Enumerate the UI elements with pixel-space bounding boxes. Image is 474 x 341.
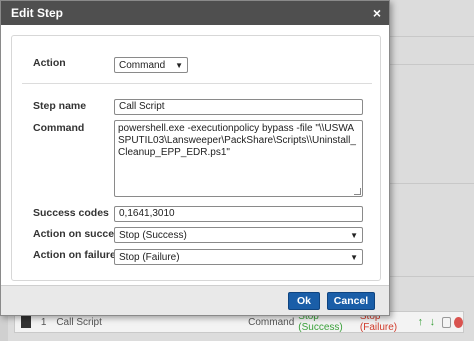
command-label: Command — [33, 122, 85, 134]
step-name: Call Script — [56, 316, 102, 328]
step-type: Command — [248, 316, 295, 328]
divider — [22, 83, 372, 84]
step-number: 1 — [40, 316, 47, 328]
delete-icon[interactable] — [453, 316, 463, 328]
background-divider — [390, 64, 474, 65]
form-panel: Action Command ▼ Step name Call Script C… — [11, 35, 381, 281]
close-icon[interactable]: × — [373, 6, 381, 20]
dialog-titlebar: Edit Step × — [1, 1, 389, 25]
dialog-title: Edit Step — [11, 6, 64, 20]
action-select-value: Command — [119, 59, 166, 71]
ok-button[interactable]: Ok — [288, 292, 320, 310]
action-on-failure-select[interactable]: Stop (Failure) ▼ — [114, 249, 363, 265]
step-name-label: Step name — [33, 100, 87, 112]
edit-icon[interactable] — [441, 316, 451, 328]
background-divider — [390, 183, 474, 184]
command-textarea[interactable]: powershell.exe -executionpolicy bypass -… — [114, 120, 363, 197]
background-divider — [390, 276, 474, 277]
chevron-down-icon: ▼ — [350, 252, 358, 262]
drag-handle-icon[interactable] — [21, 316, 31, 328]
action-label: Action — [33, 57, 66, 69]
cancel-button[interactable]: Cancel — [327, 292, 375, 310]
action-on-success-select[interactable]: Stop (Success) ▼ — [114, 227, 363, 243]
success-codes-label: Success codes — [33, 207, 109, 219]
action-on-success-value: Stop (Success) — [119, 229, 187, 241]
edit-step-dialog: Edit Step × Action Command ▼ Step name C… — [0, 0, 390, 316]
action-on-failure-value: Stop (Failure) — [119, 251, 180, 263]
chevron-down-icon: ▼ — [350, 230, 358, 240]
move-down-icon[interactable]: ↓ — [430, 316, 439, 328]
resize-handle-icon[interactable] — [354, 188, 361, 195]
dialog-footer: Ok Cancel — [1, 285, 389, 315]
success-codes-input[interactable]: 0,1641,3010 — [114, 206, 363, 222]
command-text: powershell.exe -executionpolicy bypass -… — [118, 123, 356, 158]
background-divider — [390, 36, 474, 37]
chevron-down-icon: ▼ — [175, 60, 183, 70]
step-name-input[interactable]: Call Script — [114, 99, 363, 115]
action-on-success-label: Action on success — [33, 228, 126, 240]
move-up-icon[interactable]: ↑ — [418, 316, 427, 328]
action-select[interactable]: Command ▼ — [114, 57, 188, 73]
action-on-failure-label: Action on failure — [33, 249, 116, 261]
